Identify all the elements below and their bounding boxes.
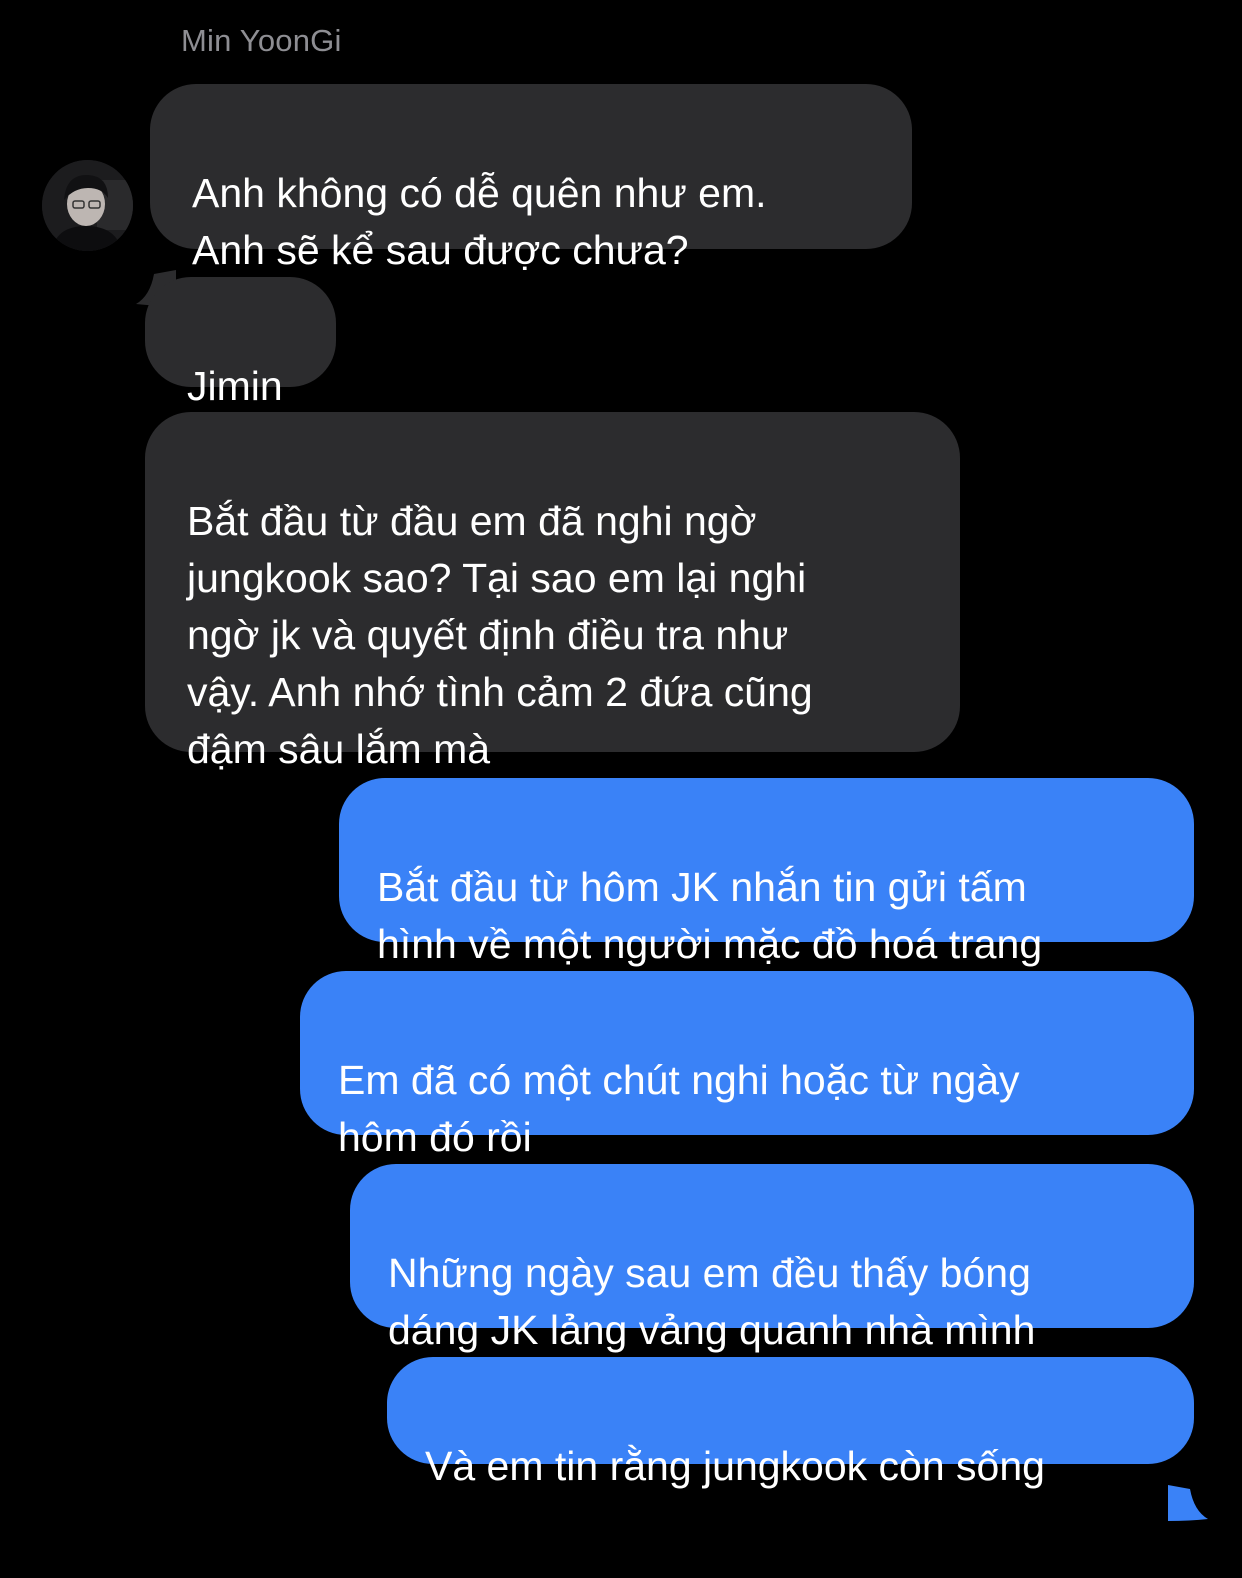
bubble-tail [136, 213, 176, 306]
outgoing-message[interactable]: Và em tin rằng jungkook còn sống [387, 1357, 1208, 1521]
outgoing-message[interactable]: Em đã có một chút nghi hoặc từ ngày hôm … [300, 971, 1194, 1160]
message-text: Những ngày sau em đều thấy bóng dáng JK … [388, 1250, 1036, 1353]
message-text: Anh không có dễ quên như em. Anh sẽ kể s… [192, 170, 767, 273]
outgoing-message[interactable]: Bắt đầu từ hôm JK nhắn tin gửi tấm hình … [339, 778, 1194, 967]
incoming-message[interactable]: Anh không có dễ quên như em. Anh sẽ kể s… [136, 84, 912, 306]
contact-avatar[interactable] [42, 160, 133, 251]
message-text: Em đã có một chút nghi hoặc từ ngày hôm … [338, 1057, 1020, 1160]
avatar-photo-icon [42, 160, 133, 251]
message-text: Bắt đầu từ hôm JK nhắn tin gửi tấm hình … [377, 864, 1043, 967]
incoming-message[interactable]: Bắt đầu từ đầu em đã nghi ngờ jungkook s… [145, 412, 960, 772]
message-text: Jimin [187, 363, 283, 409]
message-text: Và em tin rằng jungkook còn sống [425, 1443, 1045, 1489]
sender-name: Min YoonGi [181, 23, 342, 58]
message-text: Bắt đầu từ đầu em đã nghi ngờ jungkook s… [187, 498, 813, 772]
incoming-message[interactable]: Jimin [145, 277, 336, 409]
outgoing-message[interactable]: Những ngày sau em đều thấy bóng dáng JK … [350, 1164, 1194, 1353]
bubble-tail [1168, 1428, 1208, 1521]
